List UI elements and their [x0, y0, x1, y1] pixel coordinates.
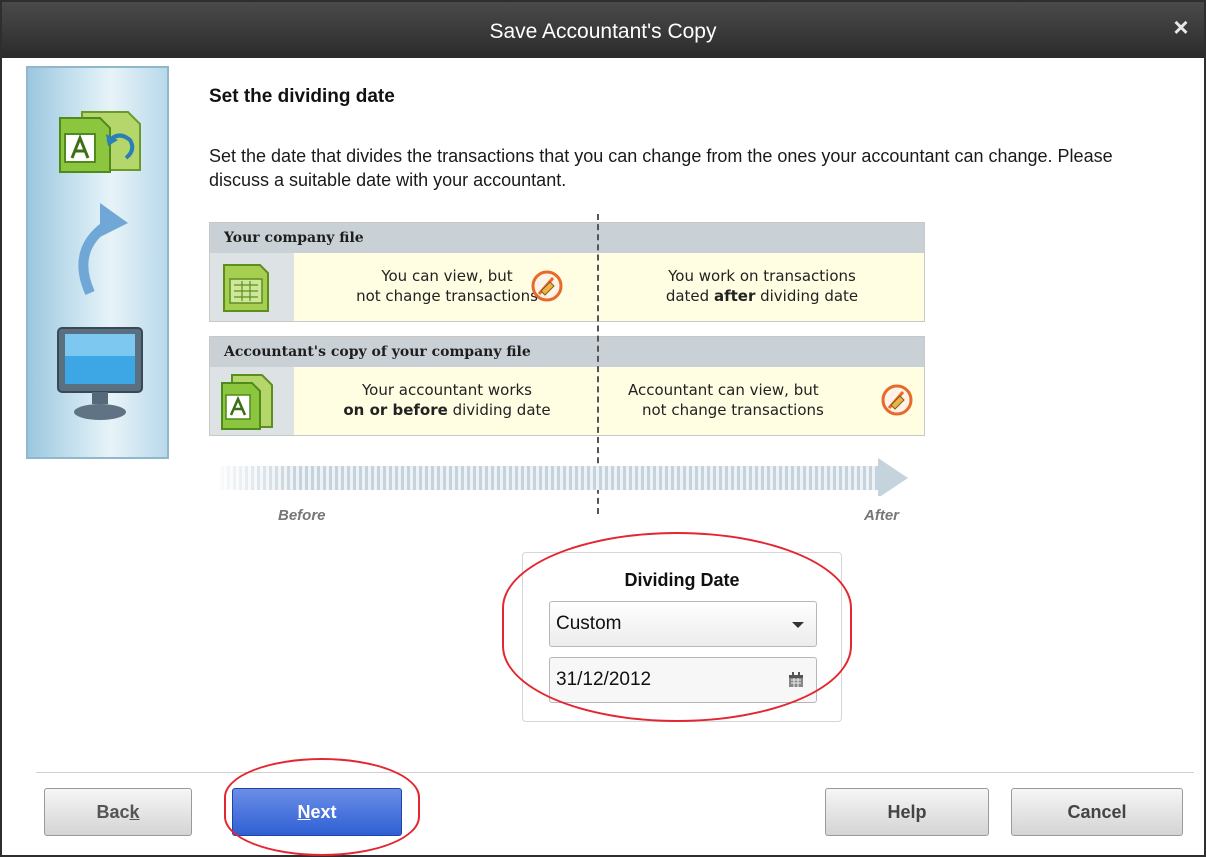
page-description: Set the date that divides the transactio… — [209, 146, 1113, 190]
dividing-date-value: 31/12/2012 — [556, 669, 652, 690]
next-button[interactable]: Next — [232, 788, 402, 836]
accountant-copy-header: Accountant's copy of your company file — [210, 337, 924, 367]
dividing-date-selected: Custom — [556, 613, 622, 634]
accountant-works-cell: Your accountant works on or before divid… — [294, 367, 600, 435]
timeline-arrow — [218, 458, 908, 496]
accountant-file-icon — [221, 374, 273, 430]
dividing-date-input[interactable]: 31/12/2012 — [549, 657, 817, 703]
dividing-date-title: Dividing Date — [624, 570, 740, 590]
dialog-title: Save Accountant's Copy — [489, 20, 717, 43]
company-file-edit-cell: You work on transactions dated after div… — [600, 253, 924, 321]
before-label: Before — [278, 507, 326, 524]
help-button[interactable]: Help — [825, 788, 989, 836]
wizard-sidebar — [26, 66, 169, 459]
cancel-button[interactable]: Cancel — [1011, 788, 1183, 836]
calendar-icon[interactable] — [788, 672, 804, 688]
company-file-panel: Your company file You can view, but not … — [209, 222, 925, 322]
accountant-view-only-cell: Accountant can view, but not change tran… — [600, 367, 924, 435]
title-bar: Save Accountant's Copy × — [2, 2, 1204, 58]
accountant-left-line2: on or before dividing date — [343, 401, 551, 419]
company-file-icon-cell — [210, 253, 294, 321]
back-button[interactable]: Back — [44, 788, 192, 836]
after-label: After — [864, 507, 900, 524]
accountant-left-line1: Your accountant works — [361, 381, 532, 399]
close-icon[interactable]: × — [1168, 14, 1194, 40]
accountant-copy-panel: Accountant's copy of your company file Y… — [209, 336, 925, 436]
company-file-icon — [223, 264, 269, 312]
company-file-right-line1: You work on transactions — [668, 267, 856, 285]
dividing-date-box: Dividing Date Custom 31/12/2012 — [522, 552, 842, 722]
no-edit-icon — [881, 384, 913, 416]
page-heading: Set the dividing date — [209, 86, 395, 107]
no-edit-icon — [531, 270, 563, 302]
footer-separator — [36, 772, 1194, 774]
chevron-down-icon — [792, 622, 804, 628]
company-file-header: Your company file — [210, 223, 924, 253]
computer-monitor-icon — [57, 327, 143, 420]
accountant-copy-icon — [59, 111, 141, 173]
save-accountants-copy-dialog: Save Accountant's Copy × Set the dividin… — [0, 0, 1206, 857]
company-file-right-line2: dated after dividing date — [665, 287, 859, 305]
dividing-date-dropdown[interactable]: Custom — [549, 601, 817, 647]
accountant-copy-icon-cell — [210, 367, 294, 435]
company-file-view-only-cell: You can view, but not change transaction… — [294, 253, 600, 321]
curved-arrow-icon — [78, 203, 128, 296]
